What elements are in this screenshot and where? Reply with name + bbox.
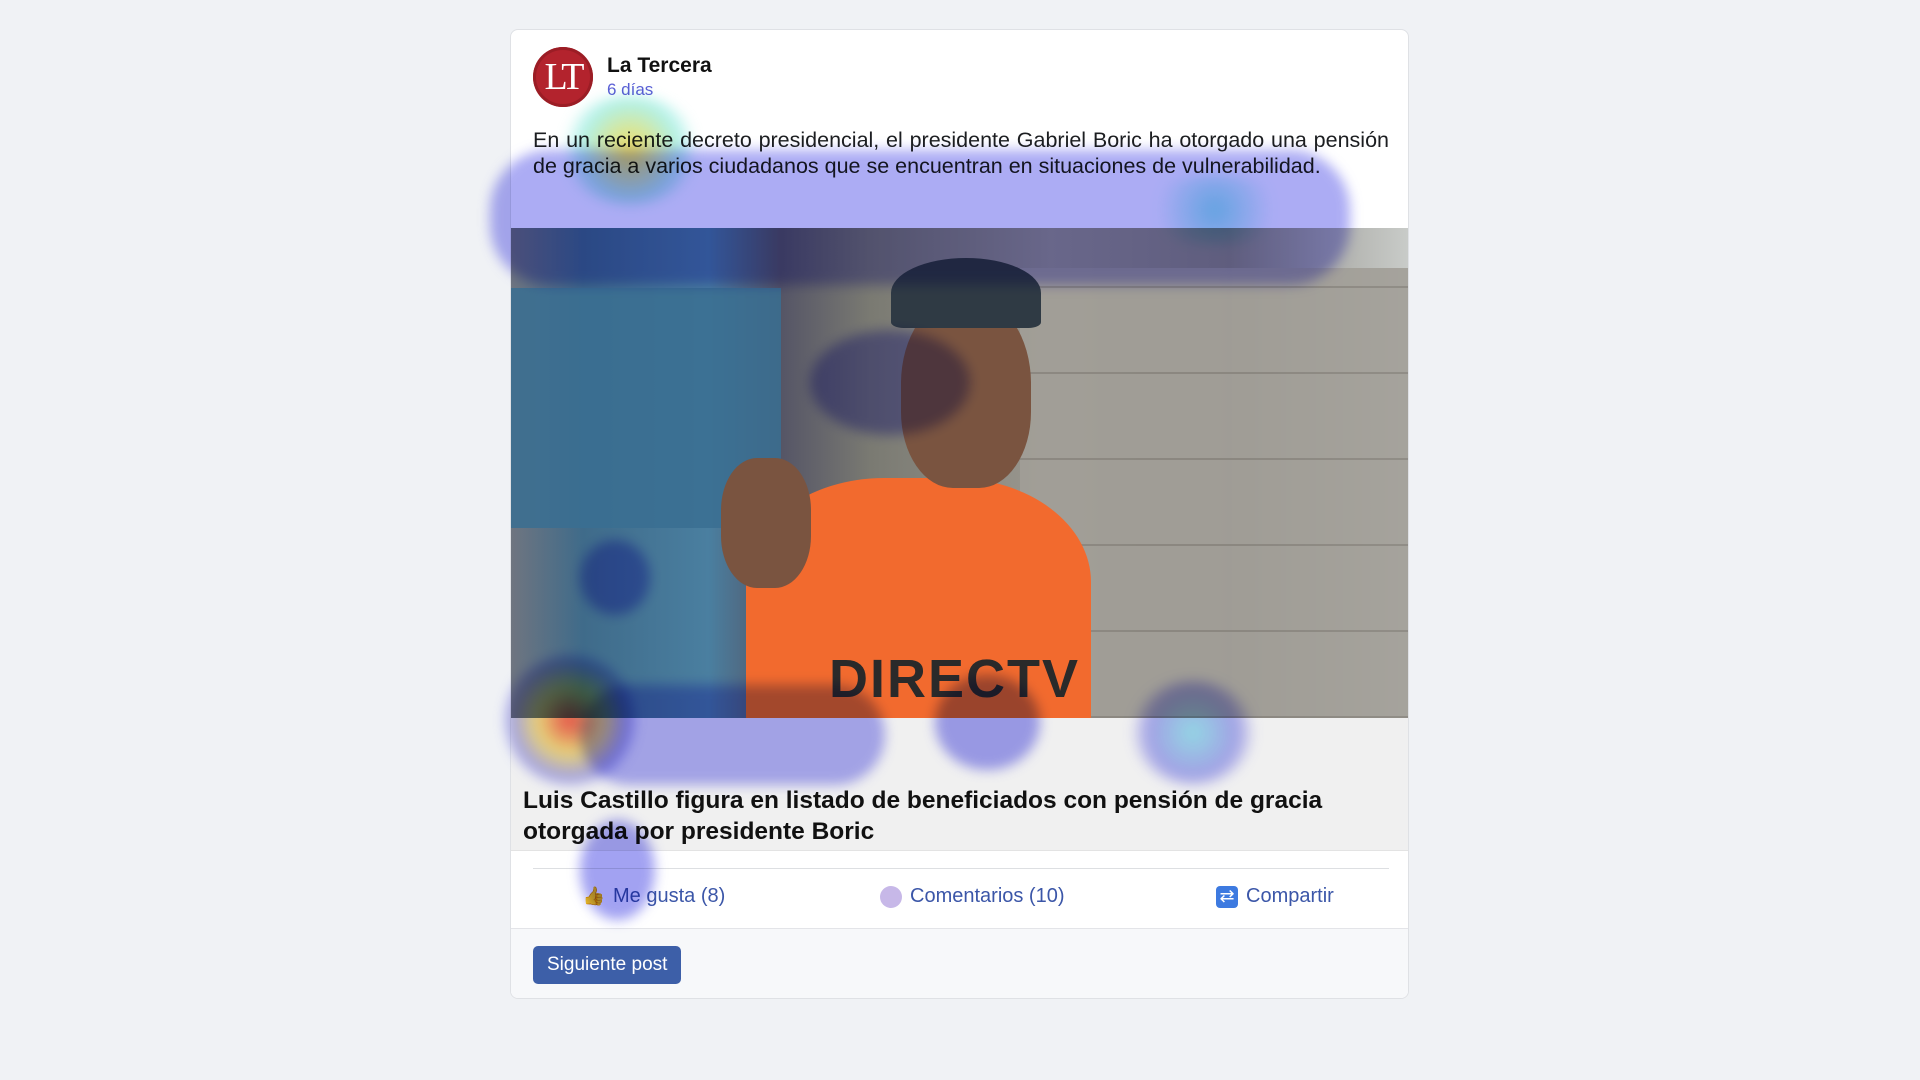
like-label: Me gusta (8) — [613, 885, 726, 907]
image-cap — [891, 258, 1041, 328]
share-label: Compartir — [1246, 885, 1334, 907]
next-post-button[interactable]: Siguiente post — [533, 946, 682, 984]
post-image[interactable]: DIRECTV — [511, 228, 1408, 718]
post-meta: La Tercera 6 días — [607, 54, 712, 100]
post-time[interactable]: 6 días — [607, 80, 712, 100]
comment-bubble-icon — [880, 885, 902, 908]
post-header: LT La Tercera 6 días — [533, 45, 712, 109]
article-headline[interactable]: Luis Castillo figura en listado de benef… — [523, 785, 1383, 847]
post-card: LT La Tercera 6 días En un reciente decr… — [510, 29, 1409, 999]
publisher-name[interactable]: La Tercera — [607, 54, 712, 78]
comment-button[interactable]: Comentarios (10) — [880, 885, 1065, 908]
share-icon: ⇄ — [1216, 885, 1238, 908]
publisher-avatar[interactable]: LT — [533, 47, 593, 107]
actions-divider — [533, 868, 1389, 869]
image-sponsor-text: DIRECTV — [829, 649, 1081, 709]
like-button[interactable]: 👍 Me gusta (8) — [583, 885, 725, 908]
link-preview[interactable]: Luis Castillo figura en listado de benef… — [511, 718, 1408, 851]
comment-label: Comentarios (10) — [910, 885, 1065, 907]
post-text: En un reciente decreto presidencial, el … — [533, 128, 1389, 178]
share-button[interactable]: ⇄ Compartir — [1216, 885, 1334, 908]
post-actions: 👍 Me gusta (8) Comentarios (10) ⇄ Compar… — [511, 885, 1408, 929]
post-footer: Siguiente post — [511, 928, 1408, 998]
thumbs-up-icon: 👍 — [582, 886, 606, 906]
image-hand — [721, 458, 811, 588]
